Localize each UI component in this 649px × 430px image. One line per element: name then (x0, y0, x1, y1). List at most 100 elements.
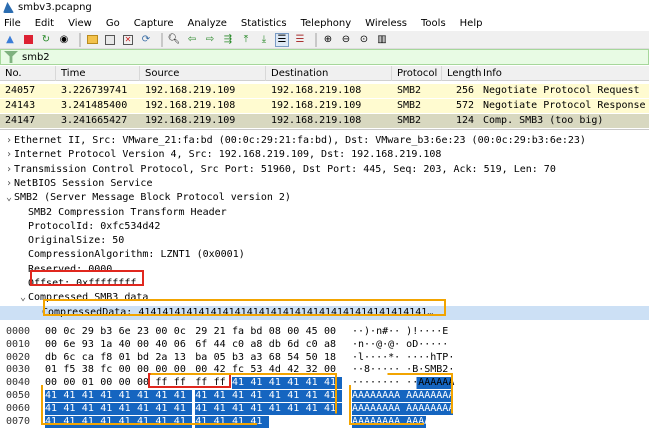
hex-byte[interactable]: 21 (214, 326, 230, 338)
zoom-out-icon[interactable]: ⊖ (339, 33, 353, 47)
collapsed-arrow-icon[interactable]: › (4, 134, 14, 148)
menu-telephony[interactable]: Telephony (301, 18, 352, 29)
hex-byte[interactable]: b3 (232, 352, 248, 364)
autoscroll-icon[interactable]: ☰ (275, 32, 289, 47)
detail-tree-item[interactable]: SMB2 Compression Transform Header (0, 206, 649, 220)
close-file-icon[interactable]: ✕ (121, 33, 135, 47)
hex-byte[interactable]: 01 (119, 352, 135, 364)
collapsed-arrow-icon[interactable]: › (4, 163, 14, 177)
column-header-destination[interactable]: Destination (266, 65, 392, 81)
packet-row[interactable]: 24147 3.241665427 192.168.219.109 192.168.2… (0, 114, 649, 128)
hex-byte[interactable]: 40 (119, 339, 135, 351)
hex-byte[interactable]: c0 (232, 339, 248, 351)
forward-icon[interactable]: ⇨ (203, 33, 217, 47)
hex-byte[interactable]: bd (250, 326, 266, 338)
hex-byte[interactable]: 45 (306, 326, 322, 338)
hex-byte[interactable]: a8 (324, 339, 340, 351)
hex-byte[interactable]: 00 (45, 326, 61, 338)
menu-help[interactable]: Help (460, 18, 483, 29)
hex-byte[interactable]: 54 (287, 352, 303, 364)
menu-statistics[interactable]: Statistics (241, 18, 287, 29)
hex-byte[interactable]: 6c (63, 352, 79, 364)
colorize-icon[interactable]: ☰ (293, 33, 307, 47)
hex-byte[interactable]: f8 (100, 352, 116, 364)
detail-tree-item[interactable]: ProtocolId: 0xfc534d42 (0, 220, 649, 234)
hex-byte[interactable]: 08 (269, 326, 285, 338)
menu-analyze[interactable]: Analyze (187, 18, 226, 29)
hex-ascii[interactable]: ·l····*· ····hTP· (352, 352, 472, 364)
hex-byte[interactable]: 00 (287, 326, 303, 338)
detail-tree-item[interactable]: › Internet Protocol Version 4, Src: 192.1… (0, 148, 649, 162)
find-icon[interactable]: 🔍︎ (167, 33, 181, 47)
back-icon[interactable]: ⇦ (185, 33, 199, 47)
collapsed-arrow-icon[interactable]: › (4, 148, 14, 162)
hex-byte[interactable]: 2a (155, 352, 171, 364)
column-header-info[interactable]: Info (478, 66, 649, 81)
hex-byte[interactable]: 13 (174, 352, 190, 364)
hex-ascii[interactable]: ·n··@·@· oD····· (352, 339, 472, 351)
detail-tree-item[interactable]: › Ethernet II, Src: VMware_21:fa:bd (00:0… (0, 134, 649, 148)
hex-byte[interactable]: 68 (269, 352, 285, 364)
hex-byte[interactable]: 06 (174, 339, 190, 351)
hex-byte[interactable]: 6d (287, 339, 303, 351)
detail-tree-item[interactable]: OriginalSize: 50 (0, 234, 649, 248)
hex-byte[interactable]: 40 (155, 339, 171, 351)
reload-icon[interactable]: ⟳ (139, 33, 153, 47)
menu-file[interactable]: File (4, 18, 21, 29)
expanded-arrow-icon[interactable]: ⌄ (18, 291, 28, 305)
hex-byte[interactable]: 29 (82, 326, 98, 338)
collapsed-arrow-icon[interactable]: › (4, 177, 14, 191)
hex-byte[interactable]: ca (82, 352, 98, 364)
hex-byte[interactable]: 6f (195, 339, 211, 351)
hex-byte[interactable]: 01 (45, 364, 61, 376)
normal-size-icon[interactable]: ⊙ (357, 33, 371, 47)
hex-byte[interactable]: 18 (324, 352, 340, 364)
options-icon[interactable]: ◉ (57, 33, 71, 47)
hex-byte[interactable]: 00 (155, 326, 171, 338)
menu-go[interactable]: Go (106, 18, 120, 29)
hex-byte[interactable]: fa (232, 326, 248, 338)
first-packet-icon[interactable]: ⤒ (239, 33, 253, 47)
go-to-icon[interactable]: ⇶ (221, 33, 235, 47)
detail-tree-item[interactable]: › Transmission Control Protocol, Src Port… (0, 163, 649, 177)
hex-byte[interactable]: f5 (63, 364, 79, 376)
detail-tree-item[interactable]: CompressionAlgorithm: LZNT1 (0x0001) (0, 248, 649, 262)
last-packet-icon[interactable]: ⤓ (257, 33, 271, 47)
hex-ascii[interactable]: ··)·n#·· )!····E (352, 326, 472, 338)
hex-byte[interactable]: fc (100, 364, 116, 376)
resize-columns-icon[interactable]: ▥ (375, 33, 389, 47)
column-header-length[interactable]: Length (442, 65, 482, 81)
menu-view[interactable]: View (68, 18, 92, 29)
hex-byte[interactable]: 00 (45, 339, 61, 351)
stop-icon[interactable] (21, 33, 35, 47)
hex-byte[interactable]: a8 (250, 339, 266, 351)
hex-byte[interactable]: 00 (137, 339, 153, 351)
column-header-source[interactable]: Source (140, 65, 266, 81)
menu-tools[interactable]: Tools (421, 18, 446, 29)
restart-icon[interactable]: ↻ (39, 33, 53, 47)
hex-byte[interactable]: 93 (82, 339, 98, 351)
hex-byte[interactable]: 6e (119, 326, 135, 338)
hex-byte[interactable]: 50 (306, 352, 322, 364)
hex-byte[interactable]: db (45, 352, 61, 364)
packet-row[interactable]: 24143 3.241485400 192.168.219.108 192.168.2… (0, 99, 649, 113)
hex-byte[interactable]: 00 (324, 326, 340, 338)
hex-byte[interactable]: 05 (214, 352, 230, 364)
hex-byte[interactable]: 0c (63, 326, 79, 338)
expanded-arrow-icon[interactable]: ⌄ (4, 191, 14, 205)
detail-tree-item[interactable]: ⌄ SMB2 (Server Message Block Protocol ver… (0, 191, 649, 205)
hex-byte[interactable]: 23 (137, 326, 153, 338)
detail-tree-item[interactable]: › NetBIOS Session Service (0, 177, 649, 191)
filter-bookmark-icon[interactable] (4, 51, 18, 63)
hex-byte[interactable]: 00 (119, 364, 135, 376)
column-header-time[interactable]: Time (56, 65, 140, 81)
hex-byte[interactable]: ba (195, 352, 211, 364)
hex-byte[interactable]: c0 (306, 339, 322, 351)
packet-row[interactable]: 24057 3.226739741 192.168.219.109 192.168.2… (0, 84, 649, 98)
column-header-protocol[interactable]: Protocol (392, 65, 442, 81)
open-file-icon[interactable] (85, 33, 99, 47)
menu-capture[interactable]: Capture (134, 18, 174, 29)
hex-byte[interactable]: bd (137, 352, 153, 364)
menu-wireless[interactable]: Wireless (365, 18, 407, 29)
hex-byte[interactable]: b3 (100, 326, 116, 338)
